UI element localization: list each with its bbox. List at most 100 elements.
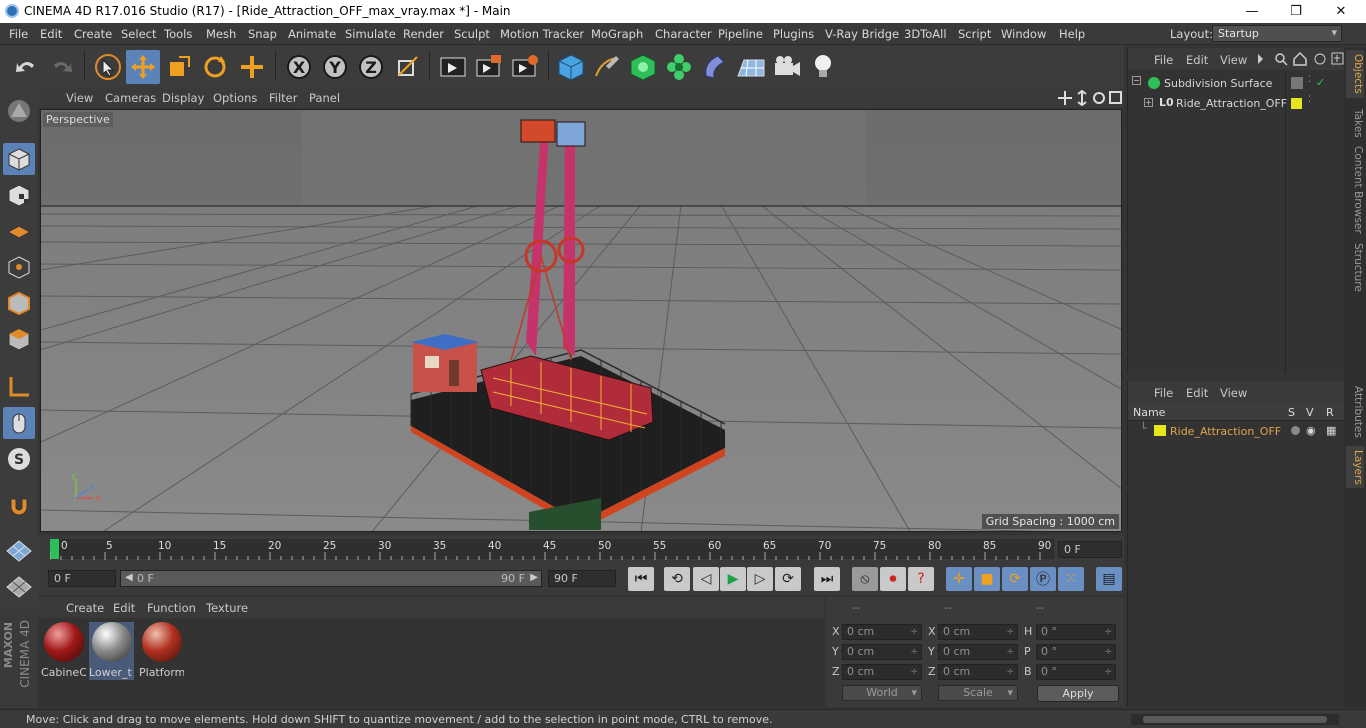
make-editable-button[interactable] <box>3 95 35 127</box>
tab-structure[interactable]: Structure <box>1346 240 1364 294</box>
add-cube-button[interactable] <box>554 50 588 84</box>
pen-spline-button[interactable] <box>590 50 624 84</box>
edges-mode-button[interactable] <box>3 287 35 319</box>
restore-button[interactable]: ❐ <box>1273 0 1319 23</box>
menu-3dtoall[interactable]: 3DToAll <box>904 27 947 41</box>
menu-mograph[interactable]: MoGraph <box>591 27 643 41</box>
move-tool-button[interactable] <box>126 50 160 84</box>
layer-menu-edit[interactable]: Edit <box>1186 386 1208 400</box>
preview-range-slider[interactable]: ◀ 0 F 90 F ▶ <box>120 570 542 587</box>
position-z-field[interactable]: 0 cm <box>842 664 922 680</box>
menu-edit[interactable]: Edit <box>40 27 62 41</box>
viewport-menu-view[interactable]: View <box>66 91 93 105</box>
tab-layers[interactable]: Layers <box>1346 446 1364 488</box>
menu-create[interactable]: Create <box>74 27 112 41</box>
rotation-p-field[interactable]: 0 ° <box>1036 644 1116 660</box>
position-x-field[interactable]: 0 cm <box>842 624 922 640</box>
undo-button[interactable] <box>9 50 43 84</box>
minimize-button[interactable]: — <box>1229 0 1275 23</box>
size-x-field[interactable]: 0 cm <box>938 624 1018 640</box>
menu-window[interactable]: Window <box>1001 27 1046 41</box>
go-to-start-button[interactable]: ⏮ <box>628 567 654 591</box>
live-selection-button[interactable] <box>91 50 125 84</box>
workplane-mode-button[interactable] <box>3 215 35 247</box>
layer-color-swatch[interactable] <box>1154 425 1166 436</box>
rotation-h-field[interactable]: 0 ° <box>1036 624 1116 640</box>
snap-settings-button[interactable]: S <box>3 443 35 475</box>
material-menu-function[interactable]: Function <box>147 601 196 615</box>
coordinate-space-select[interactable]: World <box>842 685 922 701</box>
render-settings-button[interactable] <box>508 50 542 84</box>
material-menu-texture[interactable]: Texture <box>206 601 248 615</box>
floor-button[interactable] <box>734 50 768 84</box>
polygons-mode-button[interactable] <box>3 323 35 355</box>
point-level-key-button[interactable]: ⁙ <box>1058 567 1084 591</box>
object-row-subdivision[interactable]: − Subdivision Surface ⁚ ✓ <box>1128 74 1345 94</box>
viewport-menu-filter[interactable]: Filter <box>269 91 297 105</box>
position-y-field[interactable]: 0 cm <box>842 644 922 660</box>
previous-frame-button[interactable]: ◁ <box>693 567 719 591</box>
size-z-field[interactable]: 0 cm <box>938 664 1018 680</box>
scale-key-button[interactable]: ■ <box>974 567 1000 591</box>
rotation-key-button[interactable]: ⟳ <box>1002 567 1028 591</box>
tab-objects[interactable]: Objects <box>1346 50 1364 98</box>
viewport-menu-display[interactable]: Display <box>162 91 204 105</box>
menu-vray-bridge[interactable]: V-Ray Bridge <box>825 27 899 41</box>
menu-file[interactable]: File <box>9 27 28 41</box>
layer-menu-view[interactable]: View <box>1220 386 1247 400</box>
coordinate-system-button[interactable] <box>390 50 424 84</box>
workplane-grid-button[interactable] <box>3 569 35 601</box>
scale-tool-button[interactable] <box>162 50 196 84</box>
x-axis-lock-button[interactable]: X <box>282 50 316 84</box>
close-button[interactable]: ✕ <box>1318 0 1364 23</box>
menu-script[interactable]: Script <box>958 27 991 41</box>
render-film-icon[interactable]: ▦ <box>1326 424 1336 437</box>
scheme-settings-button[interactable]: ▤ <box>1096 567 1122 591</box>
menu-animate[interactable]: Animate <box>288 27 336 41</box>
recent-tool-button[interactable] <box>235 50 269 84</box>
size-mode-select[interactable]: Scale <box>938 685 1018 701</box>
redo-button[interactable] <box>45 50 79 84</box>
size-y-field[interactable]: 0 cm <box>938 644 1018 660</box>
menu-render[interactable]: Render <box>403 27 444 41</box>
object-toolbar-icons[interactable] <box>1258 52 1344 66</box>
current-frame-field[interactable]: 0 F <box>1058 541 1122 558</box>
points-mode-button[interactable] <box>3 251 35 283</box>
menu-simulate[interactable]: Simulate <box>345 27 396 41</box>
menu-select[interactable]: Select <box>121 27 156 41</box>
cloner-button[interactable] <box>662 50 696 84</box>
next-frame-button[interactable]: ▷ <box>747 567 773 591</box>
render-picture-viewer-button[interactable] <box>472 50 506 84</box>
object-menu-edit[interactable]: Edit <box>1186 53 1208 67</box>
viewport-menu-panel[interactable]: Panel <box>309 91 340 105</box>
viewport-nav-icons[interactable] <box>1058 90 1124 106</box>
layer-color-swatch[interactable] <box>1291 98 1302 109</box>
horizontal-scrollbar[interactable] <box>1131 714 1339 725</box>
solo-toggle-icon[interactable] <box>1291 426 1300 435</box>
play-button[interactable]: ▶ <box>720 567 746 591</box>
enable-snap-button[interactable] <box>3 489 35 521</box>
rotation-b-field[interactable]: 0 ° <box>1036 664 1116 680</box>
texture-mode-button[interactable] <box>3 179 35 211</box>
viewport-menu-options[interactable]: Options <box>213 91 257 105</box>
enabled-check-icon[interactable]: ✓ <box>1316 76 1325 89</box>
menu-pipeline[interactable]: Pipeline <box>718 27 763 41</box>
camera-button[interactable] <box>770 50 804 84</box>
subdivision-surface-button[interactable] <box>626 50 660 84</box>
tab-content-browser[interactable]: Content Browser <box>1346 146 1364 234</box>
previous-key-button[interactable]: ⟲ <box>664 567 690 591</box>
layer-row[interactable]: └ Ride_Attraction_OFF ◉ ▦ <box>1128 422 1345 442</box>
viewport-menu-cameras[interactable]: Cameras <box>105 91 156 105</box>
visibility-dots-icon[interactable]: ⁚ <box>1308 75 1311 85</box>
model-mode-button[interactable] <box>3 143 35 175</box>
y-axis-lock-button[interactable]: Y <box>318 50 352 84</box>
tweak-mode-button[interactable] <box>3 407 35 439</box>
visibility-dots-icon[interactable]: ⁚ <box>1308 95 1311 105</box>
position-key-button[interactable]: ✛ <box>946 567 972 591</box>
start-frame-field[interactable]: 0 F <box>48 570 116 587</box>
render-view-button[interactable] <box>436 50 470 84</box>
menu-help[interactable]: Help <box>1059 27 1085 41</box>
workplane-lock-button[interactable] <box>3 533 35 565</box>
tab-takes[interactable]: Takes <box>1346 104 1364 142</box>
keyframe-selection-button[interactable]: ? <box>908 567 934 591</box>
